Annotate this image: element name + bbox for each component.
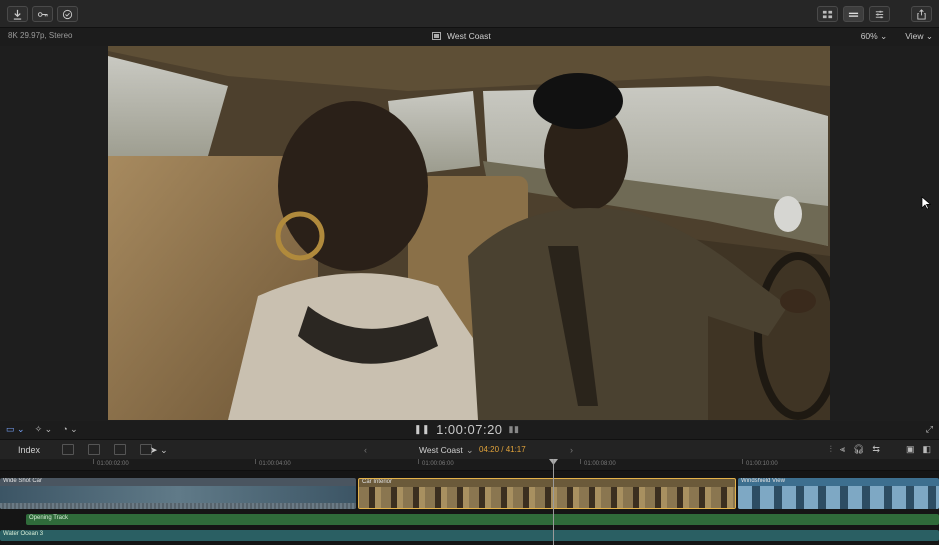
connect-icon[interactable] (62, 444, 74, 455)
timecode-value: 1:00:07:20 (436, 422, 503, 437)
insert-icon[interactable] (88, 444, 100, 455)
timeline-icon (848, 12, 859, 17)
chevron-down-icon[interactable]: ⌄ (466, 445, 474, 456)
timeline-duration: 04:20 / 41:17 (479, 445, 526, 454)
audio-meter-icon: ▮▮ (508, 424, 520, 434)
grid-icon (822, 10, 833, 18)
zoom-menu[interactable]: 60% ⌄ (861, 31, 888, 42)
crop-icon: ▭ (6, 424, 15, 434)
timeline-ruler[interactable]: 01:00:02:00 01:00:04:00 01:00:06:00 01:0… (0, 459, 939, 471)
snapping-icon[interactable]: ⇆ (872, 444, 880, 455)
solo-icon[interactable]: 🎧︎ (853, 444, 864, 455)
audio-clip-water-ocean[interactable]: Water Ocean 3 (0, 530, 939, 541)
clip-label: Water Ocean 3 (3, 531, 44, 537)
clip-label: Opening Track (29, 515, 69, 521)
clip-label: Wide Shot Car (3, 478, 43, 484)
fullscreen-icon: ⤢ (925, 424, 933, 434)
view-menu[interactable]: View ⌄ (905, 31, 933, 42)
browser-toggle-button[interactable] (817, 6, 838, 22)
playhead[interactable] (553, 459, 554, 545)
enhance-tool-menu[interactable]: ✧ ⌄ (35, 424, 53, 435)
append-icon[interactable] (114, 444, 126, 455)
download-icon (13, 9, 22, 20)
share-icon (917, 8, 926, 20)
speedometer-icon: ◔ (62, 424, 68, 434)
viewer-header: 8K 29.97p, Stereo West Coast 60% ⌄ View … (0, 28, 939, 46)
film-icon (432, 32, 441, 40)
viewer-project: West Coast (432, 31, 491, 41)
magic-wand-icon: ✧ (34, 424, 43, 434)
car-interior-frame (108, 46, 830, 420)
format-info: 8K 29.97p, Stereo (8, 31, 73, 40)
key-icon (37, 11, 48, 17)
import-button[interactable] (7, 6, 28, 22)
viewer-options: 60% ⌄ View ⌄ (861, 31, 933, 42)
clip-label: Windshield View (741, 478, 785, 484)
share-button[interactable] (911, 6, 932, 22)
timeline-project-name[interactable]: West Coast (419, 445, 463, 455)
pause-icon[interactable]: ❚❚ (414, 424, 430, 435)
forward-arrow-icon[interactable]: › (570, 445, 573, 455)
top-toolbar (0, 0, 939, 28)
chevron-down-icon: ⌄ (44, 424, 53, 434)
clip-car-interior[interactable]: Car Interior (358, 478, 736, 509)
retime-tool-menu[interactable]: ◔ ⌄ (62, 424, 78, 435)
inspector-toggle-button[interactable] (869, 6, 890, 22)
chevron-down-icon: ⌄ (160, 445, 168, 455)
timeline-view-tools: ⫶ ⫷ 🎧︎ ⇆ ▣ ◧ (830, 444, 931, 455)
viewer-tools: ▭ ⌄ ✧ ⌄ ◔ ⌄ (6, 424, 78, 435)
edit-tools (62, 444, 152, 455)
arrow-cursor-icon: ➤ (150, 445, 158, 455)
mouse-cursor-icon (921, 196, 931, 210)
background-tasks-button[interactable] (57, 6, 78, 22)
checkmark-circle-icon (62, 9, 73, 19)
timeline-toggle-button[interactable] (843, 6, 864, 22)
keyword-button[interactable] (32, 6, 53, 22)
back-arrow-icon[interactable]: ‹ (364, 445, 367, 455)
effects-browser-icon[interactable]: ◧ (922, 444, 931, 455)
clip-wide-shot-car[interactable]: Wide Shot Car (0, 478, 356, 509)
timecode-display[interactable]: ❚❚ 1:00:07:20 ▮▮ (414, 422, 519, 437)
skimming-icon[interactable]: ⫶ (830, 444, 832, 455)
clip-appearance-icon[interactable]: ▣ (906, 444, 915, 455)
project-name: West Coast (447, 31, 491, 41)
select-tool-menu[interactable]: ➤ ⌄ (150, 445, 168, 456)
viewer-controls: ▭ ⌄ ✧ ⌄ ◔ ⌄ ❚❚ 1:00:07:20 ▮▮ ⤢ (0, 421, 939, 439)
chevron-down-icon: ⌄ (925, 31, 933, 41)
audio-skimming-icon[interactable]: ⫷ (840, 444, 845, 455)
chevron-down-icon: ⌄ (17, 424, 25, 434)
fullscreen-button[interactable]: ⤢ (926, 424, 933, 435)
timeline-header: Index ➤ ⌄ ‹ West Coast ⌄ 04:20 / 41:17 ›… (0, 439, 939, 459)
timeline-tracks: Wide Shot Car Car Interior Windshield Vi… (0, 471, 939, 545)
clip-windshield-view[interactable]: Windshield View (738, 478, 939, 509)
viewer (0, 46, 939, 421)
video-frame[interactable] (108, 46, 830, 420)
transform-tool-menu[interactable]: ▭ ⌄ (6, 424, 25, 435)
sliders-icon (875, 10, 884, 18)
index-button[interactable]: Index (18, 445, 40, 455)
audio-clip-opening-track[interactable]: Opening Track (26, 514, 939, 525)
clip-label: Car Interior (362, 479, 393, 485)
chevron-down-icon: ⌄ (880, 31, 888, 41)
chevron-down-icon: ⌄ (70, 424, 78, 434)
